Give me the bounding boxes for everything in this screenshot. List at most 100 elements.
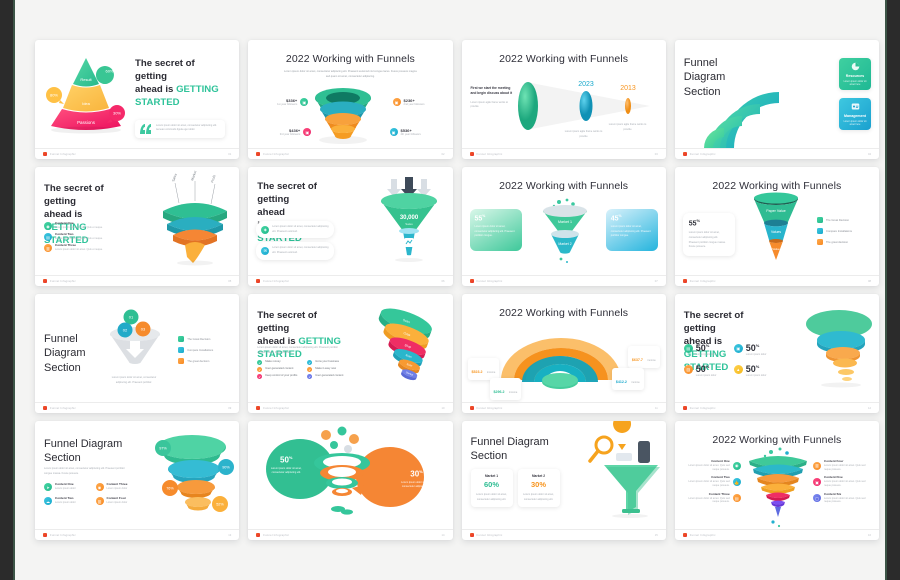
stat-3[interactable]: $296.2 income: [489, 378, 522, 400]
slide-thumbnail[interactable]: The secret of getting ahead is GETTING S…: [248, 294, 453, 413]
info-card[interactable]: ✉ Lorem ipsum dolor sit amet, consectetu…: [256, 242, 335, 260]
list-item[interactable]: ▥ Content Four Lorem ipsum dolor: [95, 496, 145, 505]
slide-thumbnail[interactable]: The secret of getting ahead is GETTING S…: [35, 167, 240, 286]
slide-thumbnail[interactable]: The secret of getting ahead is GETTING S…: [674, 294, 879, 413]
info-card-resources[interactable]: Resources Lorem ipsum dolor sit amet her…: [839, 58, 871, 90]
stat-1[interactable]: $523.2 income: [467, 358, 500, 380]
legend-item[interactable]: The Great Decision: [178, 336, 234, 342]
slide-thumbnail[interactable]: The secret ofgetting ahead is GETTING ST…: [248, 167, 453, 286]
legend: The Great Decision Compare Installations…: [817, 217, 873, 250]
market-card-2[interactable]: Market 2 30% Lorem ipsum dolor sit amet,…: [517, 469, 560, 508]
brand-logo-icon: [469, 533, 474, 537]
legend-item[interactable]: The Great Decision: [817, 217, 873, 223]
list-item[interactable]: ▢ Content Six Lorem ipsum dolor sit amet. …: [813, 492, 873, 504]
card-list: ◈ Lorem ipsum dolor sit amet, consectetu…: [256, 221, 335, 260]
slide-thumbnail[interactable]: 2022 Working with Funnels $637.7 income …: [461, 294, 666, 413]
arc-funnel-chart: [703, 92, 779, 148]
brand-logo-icon: [256, 152, 261, 156]
legend-item[interactable]: The great decision: [817, 239, 873, 245]
slide-thumbnail[interactable]: 2022 Working with Funnels Lorem ipsum do…: [248, 40, 453, 159]
legend-item[interactable]: The great decision: [178, 358, 234, 364]
stat-item[interactable]: ▲ 50% Lorem ipsum dolor: [733, 364, 780, 378]
bubble-value: 30%: [410, 469, 423, 479]
list-item[interactable]: ▣ Content Five Lorem ipsum dolor sit amet.…: [813, 475, 873, 487]
pyramid-badge-2: 30%: [113, 111, 121, 116]
slide-footer: Funnel Infographic 11: [461, 402, 666, 413]
slide-thumbnail[interactable]: Funnel Diagram Section Market 1 60% Lorem…: [461, 421, 666, 540]
list-item[interactable]: ▥ Content Three Lorem ipsum dolor sit amet…: [44, 243, 134, 252]
brand-logo-icon: [43, 533, 47, 537]
briefcase-icon: ▤: [44, 233, 52, 241]
brand-logo-icon: [469, 152, 474, 156]
bullet-icon: ✔: [307, 374, 313, 379]
info-card[interactable]: ◈ Lorem ipsum dolor sit amet, consectetu…: [256, 221, 335, 239]
page-number: 13: [228, 533, 232, 537]
slide-thumbnail[interactable]: Funnel Diagram Section Lorem ipsum dolor …: [35, 421, 240, 540]
list-item[interactable]: ✔ Make money: [257, 360, 303, 365]
slide-footer: Funnel Infographic 15: [461, 529, 666, 540]
footer-brand: Funnel Infographic: [689, 279, 716, 283]
list-item[interactable]: ✔ Grow your business: [307, 360, 353, 365]
info-card-management[interactable]: Management Lorem ipsum dolor sit amet he…: [839, 98, 871, 130]
stat-2[interactable]: $412.2 income: [611, 368, 644, 390]
bubble-left: 50% Lorem ipsum dolor sit amet, consecte…: [264, 455, 308, 476]
ball-label-0: 01: [129, 315, 134, 320]
slide-thumbnail[interactable]: 2022 Working with Funnels 55% Lorem ipsu…: [674, 167, 879, 286]
slide-thumbnail[interactable]: 50% Lorem ipsum dolor sit amet, consecte…: [248, 421, 453, 540]
slide-title: 2022 Working with Funnels: [499, 180, 629, 192]
year-label-1: 2013: [620, 85, 636, 92]
list-item[interactable]: ✔ Keep control of your profits: [257, 374, 303, 379]
page-number: 06: [441, 279, 445, 283]
stat-text: Lorem ipsum dolor sit amet, consectetur …: [474, 225, 515, 238]
slide-thumbnail[interactable]: 2022 Working with Funnels ◉ Content One Lo…: [674, 421, 879, 540]
legend-item[interactable]: Compare Installations: [178, 347, 234, 353]
list-item[interactable]: ▤ Content Two Lorem ipsum dolor sit amet. …: [44, 232, 134, 241]
slide-footer: Funnel Infographic 01: [35, 148, 240, 159]
marker-caption-1: Lorem ipsum agile frame works to provide: [608, 123, 647, 131]
page-number: 01: [228, 152, 232, 156]
footer-brand: Funnel Infographic: [689, 406, 716, 410]
list-item[interactable]: ◉ Content Three Lorem ipsum dolor: [95, 482, 145, 491]
slide-thumbnail[interactable]: Result Idea Passions 60% 80% 30% The sec…: [35, 40, 240, 159]
content-grid: ➤ Content One Lorem ipsum dolor ◉ Content T…: [44, 482, 145, 505]
list-item[interactable]: ▤ Content Three Lorem ipsum dolor sit amet…: [681, 492, 741, 504]
slide-footer: Funnel Infographic 06: [248, 275, 453, 286]
page-number: 07: [654, 279, 658, 283]
list-item[interactable]: ▥ Content Four Lorem ipsum dolor sit amet.…: [813, 459, 873, 471]
list-item[interactable]: ◉ Content One Lorem ipsum dolor sit amet. …: [681, 459, 741, 471]
list-item[interactable]: ☁ Content Two Lorem ipsum dolor: [44, 496, 93, 505]
window-frame-right: [887, 0, 900, 580]
list-item[interactable]: ◉ Content One Lorem ipsum dolor sit amet. …: [44, 221, 134, 230]
list-item[interactable]: ✔ User generated content: [307, 374, 353, 379]
page-number: 03: [654, 152, 658, 156]
box-icon: ▥: [683, 364, 693, 374]
stat-item[interactable]: ▥ 50% Lorem ipsum dolor: [683, 364, 730, 378]
stat-item[interactable]: ▤ 50% Lorem ipsum dolor: [683, 344, 730, 357]
slide-thumbnail[interactable]: 2022 Working with Funnels 2023 2013 Firs…: [461, 40, 666, 159]
window-frame-left: [0, 0, 13, 580]
card-text: Lorem ipsum dolor sit amet, consectetur …: [523, 493, 554, 501]
slide-thumbnail[interactable]: Funnel Diagram Section 01 02 03 Lorem ipsu…: [35, 294, 240, 413]
market-card-1[interactable]: Market 1 60% Lorem ipsum dolor sit amet,…: [470, 469, 513, 508]
page-number: 05: [228, 279, 232, 283]
stat-0[interactable]: $637.7 income: [627, 346, 660, 368]
slide-title: 2022 Working with Funnels: [712, 434, 842, 446]
cloud-icon: ☁: [44, 497, 52, 505]
list-item[interactable]: ➤ Content One Lorem ipsum dolor: [44, 482, 93, 491]
brand-logo-icon: [682, 406, 687, 410]
stat-card-right[interactable]: 45% Lorem ipsum dolor sit amet, consecte…: [605, 209, 658, 251]
slide-title: 2022 Working with Funnels: [499, 53, 629, 65]
list-item[interactable]: ✔ Make it easy now: [307, 367, 353, 372]
stat-item[interactable]: ▣ 50% Lorem ipsum dolor: [733, 344, 780, 357]
ring-funnel-chart: [315, 88, 372, 144]
list-item[interactable]: 👍 Content Two Lorem ipsum dolor sit amet. …: [681, 475, 741, 487]
bubble-text: Lorem ipsum dolor sit amet, consectetur …: [270, 466, 302, 475]
slide-footer: Funnel Infographic 09: [35, 402, 240, 413]
slide-thumbnail[interactable]: Funnel Diagram Section Resources Lorem i…: [674, 40, 879, 159]
legend-item[interactable]: Compare Installations: [817, 228, 873, 234]
list-item[interactable]: ✔ User generated content: [257, 367, 303, 372]
slide-thumbnail[interactable]: 2022 Working with Funnels 55% Lorem ipsu…: [461, 167, 666, 286]
brand-logo-icon: [682, 533, 687, 537]
stat-card-left[interactable]: 55% Lorem ipsum dolor sit amet, consecte…: [469, 209, 522, 251]
stat-card[interactable]: 55% Lorem ipsum dolor sit amet, consecte…: [682, 213, 735, 256]
